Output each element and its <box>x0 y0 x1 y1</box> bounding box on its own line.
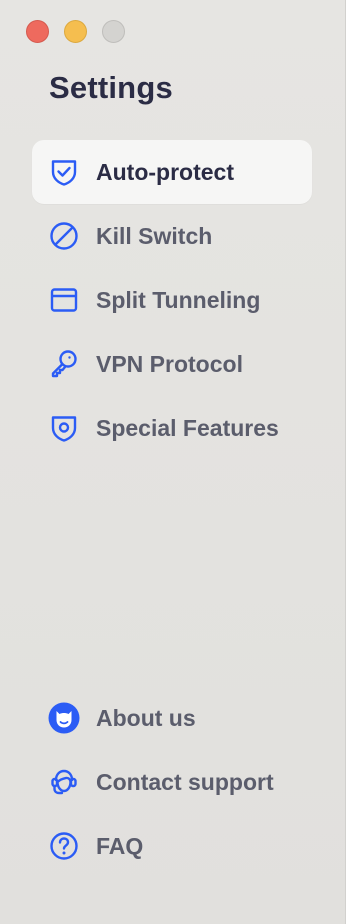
key-icon <box>48 348 80 380</box>
nav-label-contact-support: Contact support <box>96 768 274 795</box>
minimize-window-button[interactable] <box>64 20 87 43</box>
nav-item-contact-support[interactable]: Contact support <box>32 750 312 814</box>
nav-item-vpn-protocol[interactable]: VPN Protocol <box>32 332 312 396</box>
nav-label-special-features: Special Features <box>96 414 279 441</box>
nav-item-auto-protect[interactable]: Auto-protect <box>32 140 312 204</box>
nav-label-about-us: About us <box>96 704 196 731</box>
nav-item-about-us[interactable]: About us <box>32 686 312 750</box>
nav-label-split-tunneling: Split Tunneling <box>96 286 261 313</box>
nav-label-auto-protect: Auto-protect <box>96 158 234 185</box>
nav-label-faq: FAQ <box>96 832 144 859</box>
headset-agent-icon <box>48 766 80 798</box>
shield-check-icon <box>48 156 80 188</box>
nav-label-kill-switch: Kill Switch <box>96 222 213 249</box>
prohibited-icon <box>48 220 80 252</box>
page-title: Settings <box>49 70 173 105</box>
footer-nav: About us Contact support FAQ <box>32 686 312 878</box>
question-circle-icon <box>48 830 80 862</box>
close-window-button[interactable] <box>26 20 49 43</box>
shield-dot-icon <box>48 412 80 444</box>
zoom-window-button[interactable] <box>102 20 125 43</box>
nav-item-special-features[interactable]: Special Features <box>32 396 312 460</box>
nav-item-kill-switch[interactable]: Kill Switch <box>32 204 312 268</box>
mascot-face-icon <box>48 702 80 734</box>
nav-label-vpn-protocol: VPN Protocol <box>96 350 243 377</box>
settings-window: Settings Auto-protect Kill Switch Split … <box>0 0 346 924</box>
nav-item-split-tunneling[interactable]: Split Tunneling <box>32 268 312 332</box>
nav-item-faq[interactable]: FAQ <box>32 814 312 878</box>
window-controls <box>26 20 125 43</box>
window-split-icon <box>48 284 80 316</box>
settings-nav: Auto-protect Kill Switch Split Tunneling <box>32 140 312 460</box>
